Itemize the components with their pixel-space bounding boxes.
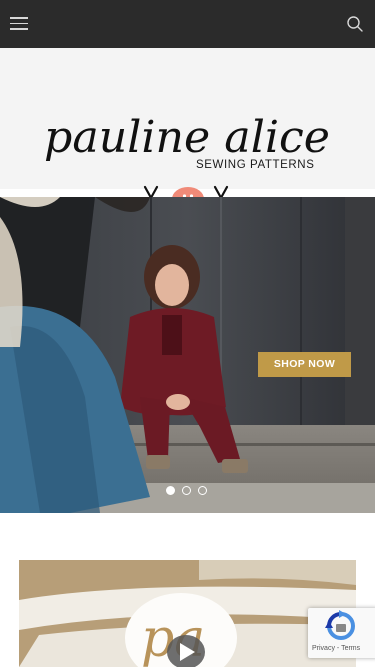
hamburger-menu-icon[interactable] [10,17,28,30]
promo-image: pa [19,560,356,667]
recaptcha-badge[interactable]: Privacy - Terms [308,608,375,658]
recaptcha-links: Privacy - Terms [312,645,360,652]
shop-now-button[interactable]: SHOP NOW [258,352,351,377]
promo-video-card[interactable]: pa [19,560,356,667]
logo-subtitle: SEWING PATTERNS [196,159,315,171]
privacy-link[interactable]: Privacy [312,645,335,652]
slide-dot-2[interactable] [182,486,191,495]
slideshow-pagination [166,486,211,496]
recaptcha-icon [325,610,355,640]
svg-text:pauline alice: pauline alice [44,112,330,163]
search-icon[interactable] [346,15,364,33]
logo-banner: pauline alice SEWING PATTERNS [0,48,375,213]
slide-dot-1[interactable] [166,486,175,495]
terms-link[interactable]: Terms [341,645,360,652]
slide-dot-3[interactable] [198,486,207,495]
top-navigation-bar [0,0,375,48]
